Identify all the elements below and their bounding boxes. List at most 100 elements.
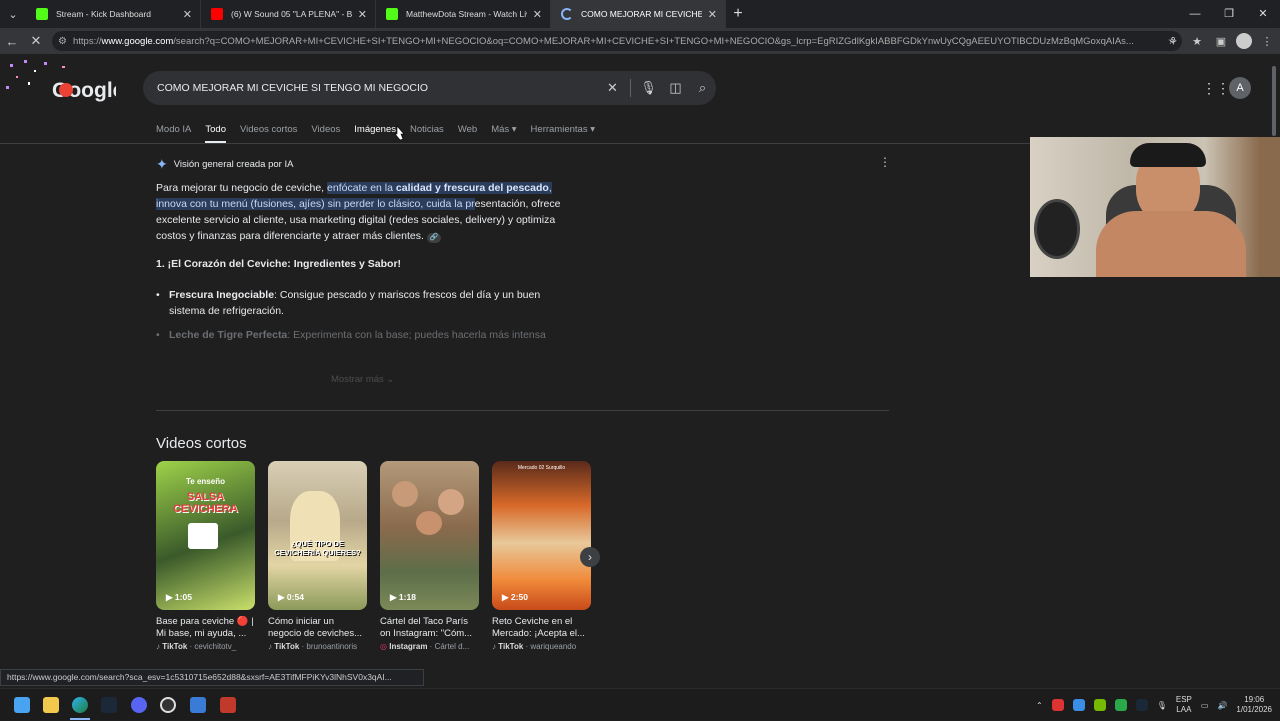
video-duration: ▶ 0:54 — [278, 592, 304, 602]
tab-title: Stream - Kick Dashboard — [56, 9, 151, 19]
extensions-icon[interactable]: ⚘ — [1164, 35, 1182, 48]
video-card[interactable]: Mercado 02 Surquillo ▶ 2:50 Reto Ceviche… — [492, 461, 591, 651]
search-icon[interactable]: ⌕ — [689, 80, 716, 96]
show-more-button[interactable]: Mostrar más ⌄ — [331, 374, 394, 385]
menu-icon[interactable]: ⋮ — [1258, 35, 1276, 48]
minimize-icon[interactable]: — — [1178, 0, 1212, 28]
tab-todo[interactable]: Todo — [205, 124, 226, 143]
fade-overlay — [168, 342, 568, 358]
new-tab-button[interactable]: + — [726, 5, 750, 23]
tab-videos[interactable]: Videos — [311, 124, 340, 143]
system-tray: ⌃ 🎙 ESP LAA ▭ 🔊 19:06 1/01/2026 — [1036, 689, 1272, 721]
ai-overview-title: Visión general creada por IA — [173, 159, 294, 170]
carousel-next-icon[interactable]: › — [580, 547, 600, 567]
toolbar-right: ⚘ ★ ▣ ⋮ — [1164, 28, 1276, 54]
short-videos-heading: Videos cortos — [156, 435, 247, 452]
instagram-icon: ◎ — [380, 642, 387, 651]
nvidia-icon[interactable] — [1093, 699, 1106, 711]
stop-loading-icon[interactable]: ✕ — [24, 33, 48, 49]
microphone-icon[interactable]: 🎙 — [635, 80, 662, 96]
close-icon[interactable]: ✕ — [533, 8, 542, 21]
kick-icon — [36, 8, 48, 20]
url-text: https://www.google.com/search?q=COMO+MEJ… — [72, 35, 1134, 47]
search-input[interactable]: COMO MEJORAR MI CEVICHE SI TENGO MI NEGO… — [157, 82, 599, 94]
maximize-icon[interactable]: ❐ — [1212, 0, 1246, 28]
video-title[interactable]: Base para ceviche 🔴 | Mi base, mi ayuda,… — [156, 616, 255, 640]
address-bar[interactable]: ⚙ https://www.google.com/search?q=COMO+M… — [52, 31, 1182, 51]
file-explorer-icon[interactable] — [43, 697, 59, 713]
page-scrollbar[interactable] — [1270, 56, 1278, 686]
tab-modo-ia[interactable]: Modo IA — [156, 124, 191, 143]
video-thumbnail[interactable]: ¿QUÉ TIPO DE CEVICHERÍA QUIERES? ▶ 0:54 — [268, 461, 367, 610]
volume-icon[interactable]: 🔊 — [1217, 701, 1227, 710]
tray-chevron-icon[interactable]: ⌃ — [1036, 701, 1043, 710]
video-duration: ▶ 1:05 — [166, 592, 192, 602]
ai-bullet-item: Frescura Inegociable: Consigue pescado y… — [156, 287, 566, 319]
video-source: ♪ TikTok · wariqueando — [492, 642, 577, 651]
microphone-tray-icon[interactable]: 🎙 — [1157, 701, 1167, 710]
video-title[interactable]: Reto Ceviche en el Mercado: ¡Acepta el..… — [492, 616, 591, 640]
collections-icon[interactable]: ▣ — [1212, 35, 1230, 48]
tray-app-icon[interactable] — [1114, 699, 1127, 711]
tab-title: MatthewDota Stream - Watch Live — [406, 9, 527, 19]
search-box[interactable]: COMO MEJORAR MI CEVICHE SI TENGO MI NEGO… — [143, 71, 716, 105]
close-icon[interactable]: ✕ — [183, 8, 192, 21]
tab-search-icon[interactable]: ⌄ — [0, 0, 26, 28]
tab-mas[interactable]: Más ▾ — [491, 124, 516, 143]
thumbnail-text: SALSA CEVICHERA — [173, 491, 238, 515]
tiktok-icon: ♪ — [492, 642, 496, 651]
ai-overview-paragraph: Para mejorar tu negocio de ceviche, enfó… — [156, 182, 561, 243]
tab-web[interactable]: Web — [458, 124, 477, 143]
steam-icon[interactable] — [101, 697, 117, 713]
clear-icon[interactable]: ✕ — [599, 80, 626, 96]
browser-tab-2[interactable]: MatthewDota Stream - Watch Live ✕ — [376, 0, 551, 28]
video-card[interactable]: ▶ 1:18 Cártel del Taco París on Instagra… — [380, 461, 479, 651]
tab-imagenes[interactable]: Imágenes — [354, 124, 396, 143]
account-avatar[interactable]: A — [1229, 77, 1251, 99]
app-icon[interactable] — [220, 697, 236, 713]
video-thumbnail[interactable]: ▶ 1:18 — [380, 461, 479, 610]
video-duration: ▶ 1:18 — [390, 592, 416, 602]
site-info-icon[interactable]: ⚙ — [58, 36, 67, 47]
discord-icon[interactable] — [131, 697, 147, 713]
thumbnail-text: ¿QUÉ TIPO DE CEVICHERÍA QUIERES? — [274, 539, 361, 557]
network-icon[interactable]: ▭ — [1201, 701, 1209, 710]
video-title[interactable]: Cómo iniciar un negocio de ceviches... — [268, 616, 367, 640]
sparkle-icon: ✦ — [156, 156, 168, 172]
browser-tab-0[interactable]: Stream - Kick Dashboard ✕ — [26, 0, 201, 28]
ai-overview-heading: 1. ¡El Corazón del Ceviche: Ingredientes… — [156, 258, 402, 270]
lens-icon[interactable]: ◫ — [662, 80, 689, 96]
back-icon[interactable]: ← — [0, 34, 24, 49]
video-card[interactable]: Te enseño SALSA CEVICHERA ▶ 1:05 Base pa… — [156, 461, 255, 651]
windows-start-icon[interactable] — [14, 697, 30, 713]
profile-avatar[interactable] — [1236, 33, 1252, 49]
steam-tray-icon[interactable] — [1135, 699, 1148, 711]
clock[interactable]: 19:06 1/01/2026 — [1236, 695, 1272, 715]
tray-app-icon[interactable] — [1051, 699, 1064, 711]
tab-noticias[interactable]: Noticias — [410, 124, 444, 143]
video-title[interactable]: Cártel del Taco París on Instagram: "Cóm… — [380, 616, 479, 640]
tray-app-icon[interactable] — [1072, 699, 1085, 711]
obs-icon[interactable] — [160, 697, 176, 713]
video-source: ♪ TikTok · cevichitotv_ — [156, 642, 237, 651]
tab-title: COMO MEJORAR MI CEVICHE SI TE — [581, 9, 702, 19]
video-thumbnail[interactable]: Te enseño SALSA CEVICHERA ▶ 1:05 — [156, 461, 255, 610]
video-card[interactable]: ¿QUÉ TIPO DE CEVICHERÍA QUIERES? ▶ 0:54 … — [268, 461, 367, 651]
browser-tab-1[interactable]: (6) W Sound 05 "LA PLENA" - Beéle ✕ — [201, 0, 376, 28]
close-icon[interactable]: ✕ — [708, 8, 717, 21]
google-doodle-logo[interactable]: Google — [4, 56, 116, 116]
browser-tab-3[interactable]: COMO MEJORAR MI CEVICHE SI TE ✕ — [551, 0, 726, 28]
video-duration: ▶ 2:50 — [502, 592, 528, 602]
app-icon[interactable] — [190, 697, 206, 713]
edge-icon[interactable] — [72, 697, 88, 713]
close-window-icon[interactable]: ✕ — [1246, 0, 1280, 28]
language-indicator[interactable]: ESP LAA — [1176, 695, 1192, 715]
bookmarks-icon[interactable]: ★ — [1188, 35, 1206, 48]
source-link-icon[interactable]: 🔗 — [426, 233, 441, 243]
more-options-icon[interactable]: ⋮ — [879, 155, 891, 169]
scrollbar-thumb[interactable] — [1272, 66, 1276, 136]
video-thumbnail[interactable]: Mercado 02 Surquillo ▶ 2:50 — [492, 461, 591, 610]
tab-videos-cortos[interactable]: Videos cortos — [240, 124, 297, 143]
close-icon[interactable]: ✕ — [358, 8, 367, 21]
tab-herramientas[interactable]: Herramientas ▾ — [531, 124, 595, 143]
